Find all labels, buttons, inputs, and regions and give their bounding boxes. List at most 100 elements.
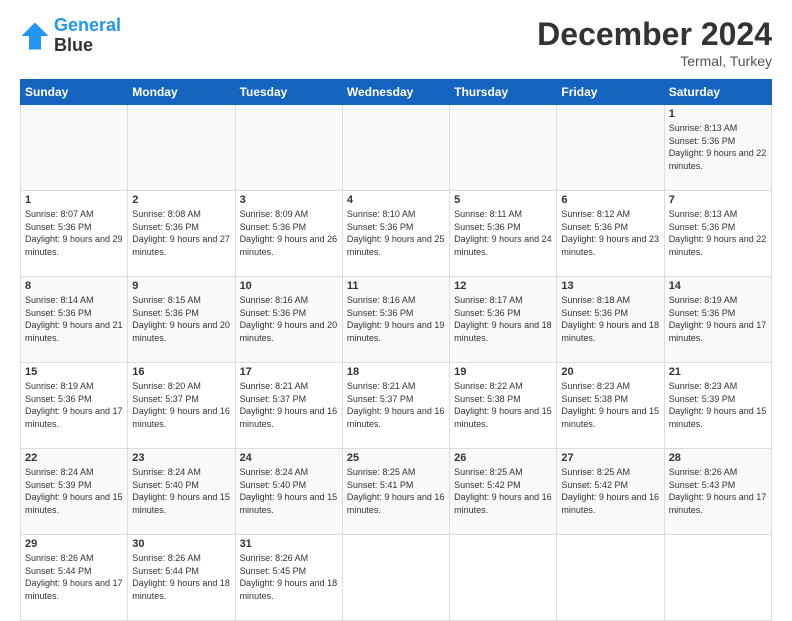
day-info: Sunrise: 8:25 AMSunset: 5:42 PMDaylight:… [454,466,552,516]
day-info: Sunrise: 8:08 AMSunset: 5:36 PMDaylight:… [132,208,230,258]
day-number: 26 [454,452,552,464]
day-info: Sunrise: 8:13 AMSunset: 5:36 PMDaylight:… [669,122,767,172]
day-cell: 4 Sunrise: 8:10 AMSunset: 5:36 PMDayligh… [342,191,449,277]
day-number: 4 [347,194,445,206]
day-number: 10 [240,280,338,292]
day-cell: 15 Sunrise: 8:19 AMSunset: 5:36 PMDaylig… [21,363,128,449]
day-cell: 1 Sunrise: 8:13 AMSunset: 5:36 PMDayligh… [664,105,771,191]
day-info: Sunrise: 8:11 AMSunset: 5:36 PMDaylight:… [454,208,552,258]
day-cell: 29 Sunrise: 8:26 AMSunset: 5:44 PMDaylig… [21,535,128,621]
week-row-5: 29 Sunrise: 8:26 AMSunset: 5:44 PMDaylig… [21,535,772,621]
day-info: Sunrise: 8:12 AMSunset: 5:36 PMDaylight:… [561,208,659,258]
day-cell: 17 Sunrise: 8:21 AMSunset: 5:37 PMDaylig… [235,363,342,449]
day-info: Sunrise: 8:26 AMSunset: 5:44 PMDaylight:… [25,552,123,602]
day-number: 24 [240,452,338,464]
day-info: Sunrise: 8:26 AMSunset: 5:44 PMDaylight:… [132,552,230,602]
day-number: 31 [240,538,338,550]
day-number: 8 [25,280,123,292]
day-info: Sunrise: 8:19 AMSunset: 5:36 PMDaylight:… [25,380,123,430]
day-info: Sunrise: 8:09 AMSunset: 5:36 PMDaylight:… [240,208,338,258]
day-info: Sunrise: 8:19 AMSunset: 5:36 PMDaylight:… [669,294,767,344]
day-cell [450,105,557,191]
month-title: December 2024 [537,16,772,53]
day-cell: 21 Sunrise: 8:23 AMSunset: 5:39 PMDaylig… [664,363,771,449]
day-info: Sunrise: 8:21 AMSunset: 5:37 PMDaylight:… [347,380,445,430]
day-number: 22 [25,452,123,464]
day-info: Sunrise: 8:23 AMSunset: 5:38 PMDaylight:… [561,380,659,430]
day-info: Sunrise: 8:26 AMSunset: 5:43 PMDaylight:… [669,466,767,516]
day-number: 27 [561,452,659,464]
col-friday: Friday [557,80,664,105]
day-cell: 22 Sunrise: 8:24 AMSunset: 5:39 PMDaylig… [21,449,128,535]
col-tuesday: Tuesday [235,80,342,105]
day-cell: 5 Sunrise: 8:11 AMSunset: 5:36 PMDayligh… [450,191,557,277]
day-info: Sunrise: 8:22 AMSunset: 5:38 PMDaylight:… [454,380,552,430]
day-cell [128,105,235,191]
day-cell [664,535,771,621]
day-cell: 10 Sunrise: 8:16 AMSunset: 5:36 PMDaylig… [235,277,342,363]
day-info: Sunrise: 8:24 AMSunset: 5:40 PMDaylight:… [240,466,338,516]
day-info: Sunrise: 8:10 AMSunset: 5:36 PMDaylight:… [347,208,445,258]
day-number: 11 [347,280,445,292]
week-row-0: 1 Sunrise: 8:13 AMSunset: 5:36 PMDayligh… [21,105,772,191]
day-cell: 7 Sunrise: 8:13 AMSunset: 5:36 PMDayligh… [664,191,771,277]
day-number: 20 [561,366,659,378]
day-cell: 24 Sunrise: 8:24 AMSunset: 5:40 PMDaylig… [235,449,342,535]
day-number: 23 [132,452,230,464]
day-info: Sunrise: 8:07 AMSunset: 5:36 PMDaylight:… [25,208,123,258]
day-number: 1 [669,108,767,120]
day-number: 12 [454,280,552,292]
day-cell: 2 Sunrise: 8:08 AMSunset: 5:36 PMDayligh… [128,191,235,277]
day-info: Sunrise: 8:24 AMSunset: 5:39 PMDaylight:… [25,466,123,516]
day-cell: 12 Sunrise: 8:17 AMSunset: 5:36 PMDaylig… [450,277,557,363]
day-number: 18 [347,366,445,378]
day-cell: 20 Sunrise: 8:23 AMSunset: 5:38 PMDaylig… [557,363,664,449]
day-number: 28 [669,452,767,464]
day-number: 19 [454,366,552,378]
day-info: Sunrise: 8:17 AMSunset: 5:36 PMDaylight:… [454,294,552,344]
day-number: 30 [132,538,230,550]
day-cell: 27 Sunrise: 8:25 AMSunset: 5:42 PMDaylig… [557,449,664,535]
calendar: Sunday Monday Tuesday Wednesday Thursday… [20,79,772,621]
day-info: Sunrise: 8:20 AMSunset: 5:37 PMDaylight:… [132,380,230,430]
col-monday: Monday [128,80,235,105]
week-row-4: 22 Sunrise: 8:24 AMSunset: 5:39 PMDaylig… [21,449,772,535]
day-cell [557,105,664,191]
day-cell: 26 Sunrise: 8:25 AMSunset: 5:42 PMDaylig… [450,449,557,535]
day-info: Sunrise: 8:14 AMSunset: 5:36 PMDaylight:… [25,294,123,344]
day-info: Sunrise: 8:25 AMSunset: 5:41 PMDaylight:… [347,466,445,516]
day-info: Sunrise: 8:15 AMSunset: 5:36 PMDaylight:… [132,294,230,344]
calendar-body: 1 Sunrise: 8:13 AMSunset: 5:36 PMDayligh… [21,105,772,621]
day-cell: 28 Sunrise: 8:26 AMSunset: 5:43 PMDaylig… [664,449,771,535]
day-cell [342,105,449,191]
day-cell: 16 Sunrise: 8:20 AMSunset: 5:37 PMDaylig… [128,363,235,449]
day-number: 16 [132,366,230,378]
day-cell: 6 Sunrise: 8:12 AMSunset: 5:36 PMDayligh… [557,191,664,277]
day-cell: 14 Sunrise: 8:19 AMSunset: 5:36 PMDaylig… [664,277,771,363]
day-number: 13 [561,280,659,292]
day-number: 7 [669,194,767,206]
day-info: Sunrise: 8:13 AMSunset: 5:36 PMDaylight:… [669,208,767,258]
day-cell [557,535,664,621]
day-info: Sunrise: 8:16 AMSunset: 5:36 PMDaylight:… [347,294,445,344]
day-cell: 3 Sunrise: 8:09 AMSunset: 5:36 PMDayligh… [235,191,342,277]
col-saturday: Saturday [664,80,771,105]
day-number: 25 [347,452,445,464]
header: General Blue December 2024 Termal, Turke… [20,16,772,69]
day-cell [342,535,449,621]
day-info: Sunrise: 8:21 AMSunset: 5:37 PMDaylight:… [240,380,338,430]
day-cell: 9 Sunrise: 8:15 AMSunset: 5:36 PMDayligh… [128,277,235,363]
day-number: 9 [132,280,230,292]
col-sunday: Sunday [21,80,128,105]
day-cell: 18 Sunrise: 8:21 AMSunset: 5:37 PMDaylig… [342,363,449,449]
day-cell [235,105,342,191]
day-number: 2 [132,194,230,206]
col-thursday: Thursday [450,80,557,105]
day-cell: 11 Sunrise: 8:16 AMSunset: 5:36 PMDaylig… [342,277,449,363]
day-info: Sunrise: 8:26 AMSunset: 5:45 PMDaylight:… [240,552,338,602]
day-number: 14 [669,280,767,292]
day-info: Sunrise: 8:18 AMSunset: 5:36 PMDaylight:… [561,294,659,344]
week-row-3: 15 Sunrise: 8:19 AMSunset: 5:36 PMDaylig… [21,363,772,449]
day-cell [21,105,128,191]
day-cell: 25 Sunrise: 8:25 AMSunset: 5:41 PMDaylig… [342,449,449,535]
